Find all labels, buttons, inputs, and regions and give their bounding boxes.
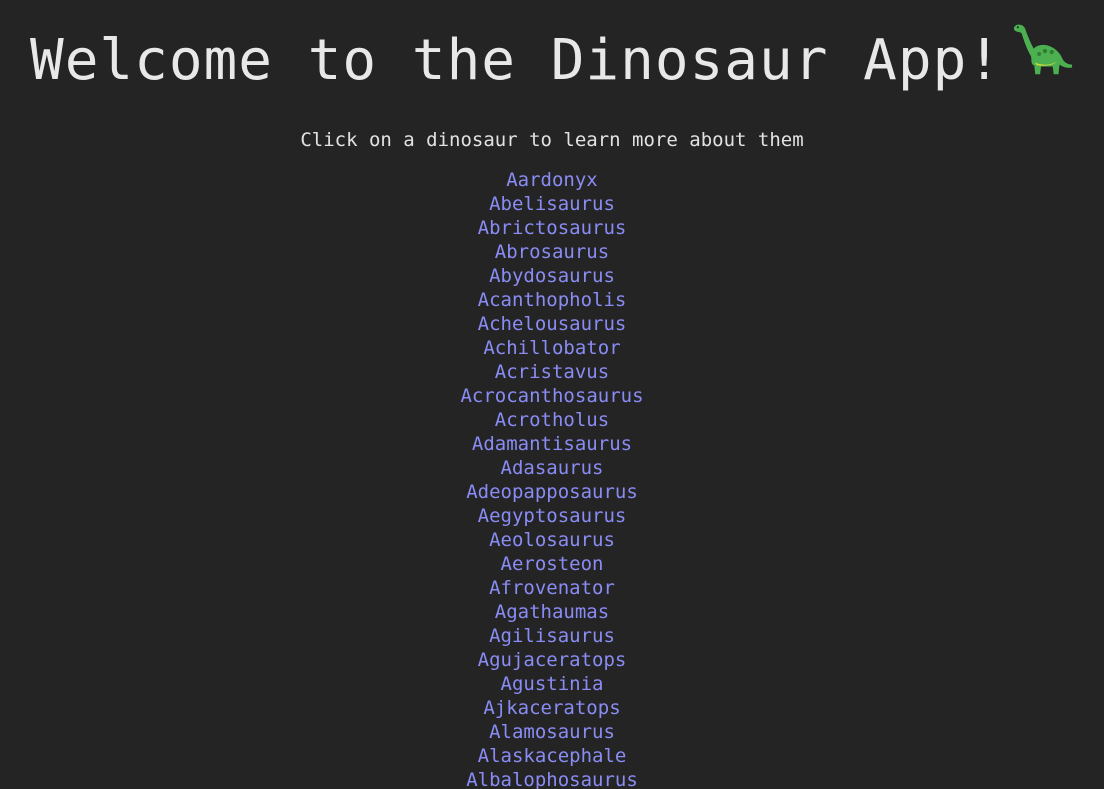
- list-item: Abydosaurus: [0, 264, 1104, 288]
- sauropod-dinosaur-icon: [1012, 20, 1074, 96]
- dinosaur-link[interactable]: Ajkaceratops: [483, 697, 620, 719]
- dinosaur-link[interactable]: Achillobator: [483, 337, 620, 359]
- dinosaur-link[interactable]: Alamosaurus: [489, 721, 615, 743]
- dinosaur-list: Aardonyx Abelisaurus Abrictosaurus Abrosaur…: [0, 152, 1104, 789]
- list-item: Albalophosaurus: [0, 768, 1104, 789]
- list-item: Acanthopholis: [0, 288, 1104, 312]
- list-item: Afrovenator: [0, 576, 1104, 600]
- dinosaur-link[interactable]: Acrocanthosaurus: [460, 385, 643, 407]
- list-item: Aerosteon: [0, 552, 1104, 576]
- dinosaur-link[interactable]: Acristavus: [495, 361, 609, 383]
- dinosaur-link[interactable]: Afrovenator: [489, 577, 615, 599]
- list-item: Aeolosaurus: [0, 528, 1104, 552]
- list-item: Achillobator: [0, 336, 1104, 360]
- dinosaur-link[interactable]: Abydosaurus: [489, 265, 615, 287]
- list-item: Adamantisaurus: [0, 432, 1104, 456]
- dinosaur-link[interactable]: Agilisaurus: [489, 625, 615, 647]
- list-item: Adeopapposaurus: [0, 480, 1104, 504]
- dinosaur-link[interactable]: Abelisaurus: [489, 193, 615, 215]
- page-title-text: Welcome to the Dinosaur App!: [29, 28, 1002, 94]
- list-item: Aardonyx: [0, 168, 1104, 192]
- list-item: Acrotholus: [0, 408, 1104, 432]
- list-item: Adasaurus: [0, 456, 1104, 480]
- list-item: Ajkaceratops: [0, 696, 1104, 720]
- dinosaur-link[interactable]: Aerosteon: [501, 553, 604, 575]
- dinosaur-link[interactable]: Adasaurus: [501, 457, 604, 479]
- dinosaur-link[interactable]: Achelousaurus: [478, 313, 627, 335]
- dinosaur-link[interactable]: Adeopapposaurus: [466, 481, 638, 503]
- list-item: Achelousaurus: [0, 312, 1104, 336]
- dinosaur-link[interactable]: Agujaceratops: [478, 649, 627, 671]
- dinosaur-link[interactable]: Aeolosaurus: [489, 529, 615, 551]
- list-item: Acristavus: [0, 360, 1104, 384]
- dinosaur-link[interactable]: Agathaumas: [495, 601, 609, 623]
- dinosaur-link[interactable]: Alaskacephale: [478, 745, 627, 767]
- dinosaur-link[interactable]: Agustinia: [501, 673, 604, 695]
- dinosaur-link[interactable]: Abrictosaurus: [478, 217, 627, 239]
- dinosaur-link[interactable]: Adamantisaurus: [472, 433, 632, 455]
- list-item: Agathaumas: [0, 600, 1104, 624]
- list-item: Abrictosaurus: [0, 216, 1104, 240]
- list-item: Alaskacephale: [0, 744, 1104, 768]
- list-item: Aegyptosaurus: [0, 504, 1104, 528]
- list-item: Agustinia: [0, 672, 1104, 696]
- list-item: Agujaceratops: [0, 648, 1104, 672]
- list-item: Abelisaurus: [0, 192, 1104, 216]
- dinosaur-link[interactable]: Aegyptosaurus: [478, 505, 627, 527]
- page: Welcome to the Dinosaur App! Click on a …: [0, 0, 1104, 789]
- page-title: Welcome to the Dinosaur App!: [0, 0, 1104, 102]
- list-item: Agilisaurus: [0, 624, 1104, 648]
- list-item: Alamosaurus: [0, 720, 1104, 744]
- page-subtitle: Click on a dinosaur to learn more about …: [300, 129, 804, 151]
- dinosaur-link[interactable]: Acanthopholis: [478, 289, 627, 311]
- dinosaur-link[interactable]: Abrosaurus: [495, 241, 609, 263]
- dinosaur-link[interactable]: Albalophosaurus: [466, 769, 638, 789]
- list-item: Acrocanthosaurus: [0, 384, 1104, 408]
- dinosaur-link[interactable]: Acrotholus: [495, 409, 609, 431]
- list-item: Abrosaurus: [0, 240, 1104, 264]
- dinosaur-link[interactable]: Aardonyx: [506, 169, 598, 191]
